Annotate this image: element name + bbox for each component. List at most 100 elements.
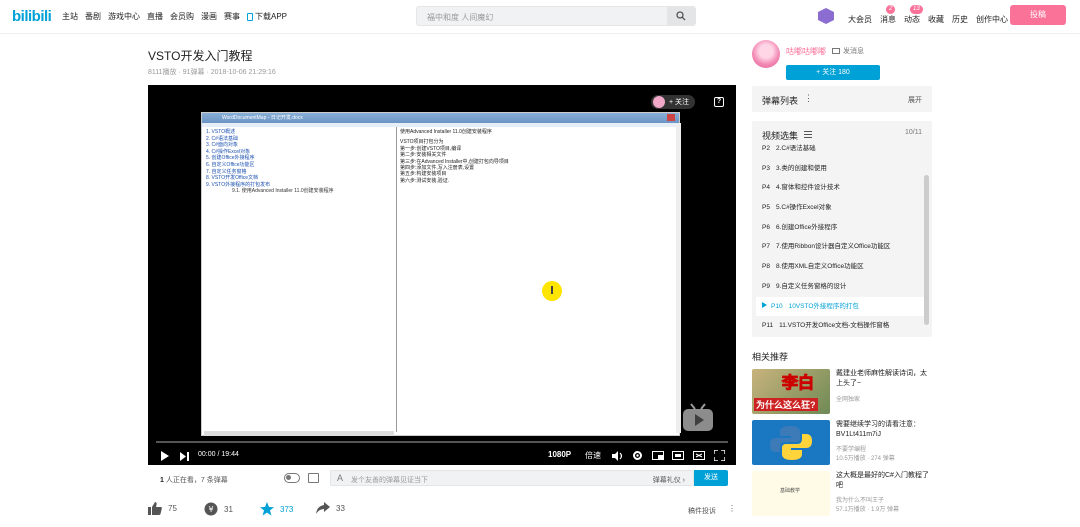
episode-title: 2.C#语法基础 (775, 145, 816, 152)
quality-selector[interactable]: 1080P (548, 450, 571, 459)
danmaku-list-menu-icon[interactable]: ⋮ (804, 93, 813, 104)
nav-membership-shop[interactable]: 会员购 (170, 11, 194, 22)
report-link[interactable]: 稿件投诉 (688, 506, 716, 516)
like-button[interactable]: 75 (148, 502, 177, 515)
episode-list-scrollbar[interactable] (924, 175, 929, 325)
episode-list: P2 2.C#语法基础 P3 3.类的创建和使用 P4 4.窗体和控件设计技术 P5 5.C#… (756, 139, 924, 336)
related-uploader[interactable]: 全网独家 (836, 394, 860, 403)
speed-selector[interactable]: 倍速 (585, 450, 601, 461)
favorite-button[interactable]: 373 (260, 502, 293, 516)
danmaku-style-icon[interactable]: A (337, 473, 343, 483)
fullscreen-icon[interactable] (714, 450, 725, 461)
related-thumbnail[interactable]: 基础教学 (752, 471, 830, 516)
episode-item[interactable]: P7 7.使用Ribbon设计器自定义Office功能区 (756, 237, 924, 257)
nav-anime[interactable]: 番剧 (85, 11, 101, 22)
danmaku-input[interactable]: A 发个友善的弹幕见证当下 弹幕礼仪 › (330, 470, 694, 486)
episode-item[interactable]: P8 8.使用XML自定义Office功能区 (756, 257, 924, 277)
nav-comics[interactable]: 漫画 (201, 11, 217, 22)
thumbnail-caption: 基础教学 (780, 488, 801, 494)
episode-item[interactable]: P2 2.C#语法基础 (756, 139, 924, 159)
nav-dynamic[interactable]: 13 动态 (904, 4, 923, 25)
related-title[interactable]: 这大概是最好的C#入门教程了吧 (836, 471, 932, 491)
video-meta: 8111播放 · 91弹幕 · 2018-10-06 21:29:16 (148, 69, 276, 76)
tree-item: 3. C#面向对象 (206, 142, 238, 149)
upload-button[interactable]: 投稿 (1010, 5, 1066, 25)
progress-bar[interactable] (156, 441, 728, 443)
danmaku-list-panel[interactable]: 弹幕列表 ⋮ 展开 (752, 86, 932, 112)
episode-title: 4.窗体和控件设计技术 (775, 184, 840, 192)
related-thumbnail[interactable] (752, 420, 830, 465)
play-icon[interactable] (160, 451, 170, 461)
episode-title: 11.VSTO开发Office文档-文档操作窗格 (779, 322, 890, 330)
nav-favorites[interactable]: 收藏 (928, 14, 944, 25)
episode-item[interactable]: P5 5.C#操作Excel对象 (756, 198, 924, 218)
related-title[interactable]: 需要继续学习的请看注意：BV1Lt411m7iJ (836, 420, 932, 440)
episode-item[interactable]: P4 4.窗体和控件设计技术 (756, 178, 924, 198)
episode-item[interactable]: P9 9.自定义任务窗格的设计 (756, 277, 924, 297)
document-map-tree: 1. VSTO概述 2. C#语法基础 3. C#面向对象 4. C#操作Exc… (206, 129, 396, 195)
related-uploader[interactable]: 我为什么不叫王子 (836, 495, 884, 504)
coin-button[interactable]: ¥ 31 (204, 502, 233, 516)
favorite-count: 373 (280, 504, 294, 514)
volume-icon[interactable] (612, 451, 623, 461)
nav-vip[interactable]: 大会员 (848, 14, 872, 25)
episode-number: P10 (771, 302, 783, 310)
list-view-icon[interactable] (804, 131, 812, 138)
related-item[interactable]: 基础教学 这大概是最好的C#入门教程了吧 我为什么不叫王子 57.1万播放 · … (752, 471, 932, 519)
search-placeholder: 福中和度 人间魔幻 (427, 13, 494, 22)
related-uploader[interactable]: 不要学编程 (836, 444, 866, 453)
widescreen-icon[interactable] (672, 451, 684, 460)
thumbnail-caption: 李白 (781, 375, 815, 393)
nav-messages[interactable]: 2 消息 (880, 4, 896, 25)
nav-game-center[interactable]: 游戏中心 (108, 11, 140, 22)
player-follow-button[interactable]: + 关注 (651, 95, 696, 109)
episode-list-panel: 视频选集 10/11 P2 2.C#语法基础 P3 3.类的创建和使用 P4 4.窗体和控… (752, 121, 932, 337)
related-item[interactable]: 需要继续学习的请看注意：BV1Lt411m7iJ 不要学编程 10.5万播放 ·… (752, 420, 932, 468)
more-options-icon[interactable]: ⋮ (728, 504, 736, 513)
uploader-name[interactable]: 咕嘟咕嘟嘟 (786, 46, 826, 57)
share-count: 33 (336, 503, 345, 513)
nav-creator-center[interactable]: 创作中心 (976, 14, 1008, 25)
related-thumbnail[interactable]: 李白 为什么这么狂? (752, 369, 830, 414)
document-line: 第六步:测试安装,验证. (400, 177, 450, 184)
episode-item[interactable]: P11 11.VSTO开发Office文档-文档操作窗格 (756, 316, 924, 336)
search-box[interactable]: 福中和度 人间魔幻 (416, 6, 696, 26)
player-help-icon[interactable]: ? (714, 97, 724, 107)
user-avatar[interactable] (818, 8, 834, 24)
nav-main-site[interactable]: 主站 (62, 11, 78, 22)
settings-icon[interactable] (632, 450, 643, 461)
send-danmaku-button[interactable]: 发送 (694, 470, 728, 486)
share-button[interactable]: 33 (316, 502, 345, 514)
nav-history[interactable]: 历史 (952, 14, 968, 25)
episode-item[interactable]: P6 6.创建Office外接程序 (756, 218, 924, 238)
bilibili-logo[interactable]: bilibili (12, 8, 52, 25)
document-pane: 使用Advanced Installer 11.0创建安装程序 VSTO项目打包… (400, 129, 670, 184)
picture-in-picture-icon[interactable] (652, 451, 664, 460)
nav-download-app[interactable]: 下载APP (247, 11, 287, 22)
messages-badge: 2 (886, 4, 896, 14)
playback-time: 00:00 / 19:44 (198, 451, 239, 458)
danmaku-etiquette-link[interactable]: 弹幕礼仪 › (653, 475, 685, 485)
episode-item[interactable]: P10 10VSTO外接程序的打包 (756, 296, 924, 317)
nav-live[interactable]: 直播 (147, 11, 163, 22)
related-item[interactable]: 李白 为什么这么狂? 戴建业老师麻性解读诗词，太上头了~ 全网独家 (752, 369, 932, 417)
svg-text:¥: ¥ (208, 505, 213, 514)
follow-uploader-button[interactable]: + 关注 180 (786, 65, 880, 80)
main-nav: 主站 番剧 游戏中心 直播 会员购 漫画 赛事 下载APP (62, 11, 294, 22)
send-message-link[interactable]: 发消息 (832, 46, 864, 56)
document-heading: 使用Advanced Installer 11.0创建安装程序 (400, 129, 492, 135)
danmaku-list-expand[interactable]: 展开 (908, 95, 922, 105)
uploader-avatar[interactable] (752, 40, 780, 68)
related-stats: 10.5万播放 · 274 弹幕 (836, 456, 895, 462)
nav-esports[interactable]: 赛事 (224, 11, 240, 22)
search-button[interactable] (667, 7, 695, 25)
web-fullscreen-icon[interactable] (693, 451, 705, 460)
danmaku-toggle[interactable] (284, 473, 300, 483)
window-menubar (202, 123, 679, 127)
video-player[interactable]: WordDocumentMap - 日记开发.docx 1. VSTO概述 2.… (148, 85, 736, 465)
episode-title: 10VSTO外接程序的打包 (788, 302, 859, 310)
next-episode-icon[interactable] (180, 452, 189, 461)
danmaku-settings-icon[interactable] (308, 473, 319, 483)
related-title[interactable]: 戴建业老师麻性解读诗词，太上头了~ (836, 369, 932, 389)
episode-item[interactable]: P3 3.类的创建和使用 (756, 159, 924, 179)
